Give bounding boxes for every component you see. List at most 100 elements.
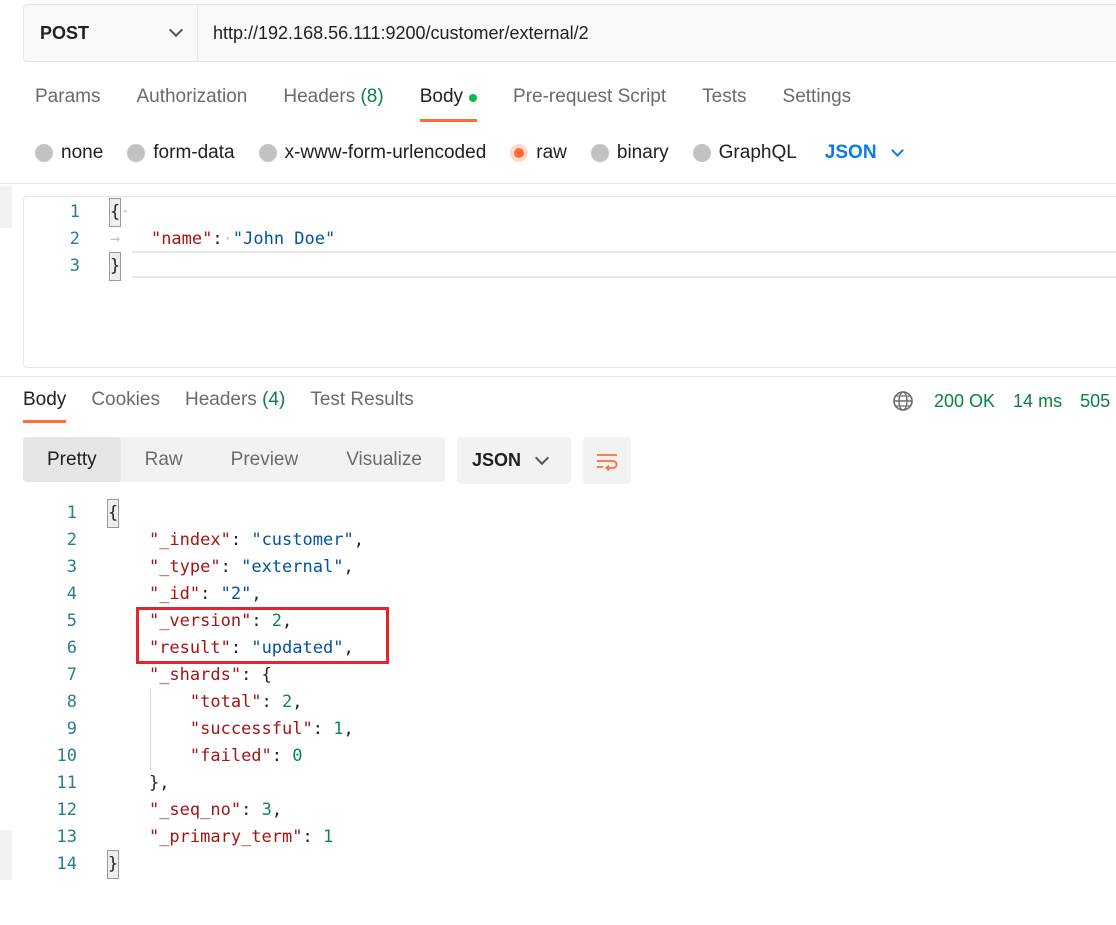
json-value: "2" <box>220 584 252 604</box>
chevron-down-icon <box>890 144 904 157</box>
code-line: { <box>106 499 120 528</box>
radio-label: none <box>61 142 104 163</box>
json-key: "_shards" <box>148 665 242 685</box>
chevron-down-icon <box>168 22 184 38</box>
code-line: } <box>108 252 122 281</box>
whitespace-dot: · <box>120 202 131 222</box>
radio-icon <box>258 144 277 162</box>
radio-icon <box>590 144 609 162</box>
view-visualize[interactable]: Visualize <box>322 437 446 482</box>
json-key: "_type" <box>148 557 221 577</box>
response-tab-body[interactable]: Body <box>23 389 67 423</box>
tab-pre-request-script[interactable]: Pre-request Script <box>513 86 666 124</box>
tab-params[interactable]: Params <box>35 86 100 124</box>
radio-x-www-form-urlencoded[interactable]: x-www-form-urlencoded <box>258 142 487 164</box>
json-key: "successful" <box>189 719 313 739</box>
format-label: JSON <box>472 450 522 470</box>
tab-settings[interactable]: Settings <box>783 86 852 124</box>
json-value: "John Doe" <box>232 229 336 249</box>
response-format-select[interactable]: JSON <box>457 437 571 484</box>
json-number: 3 <box>261 800 272 820</box>
annotation-highlight-box <box>136 607 389 664</box>
code-line: "failed": 0 <box>189 746 303 766</box>
tab-label: Settings <box>782 86 852 107</box>
view-raw[interactable]: Raw <box>121 437 207 482</box>
radio-binary[interactable]: binary <box>590 142 669 164</box>
line-number: 7 <box>66 665 77 685</box>
radio-label: x-www-form-urlencoded <box>284 142 487 163</box>
line-number: 11 <box>56 773 77 793</box>
radio-raw[interactable]: raw <box>510 142 567 164</box>
tab-tests[interactable]: Tests <box>702 86 746 124</box>
tab-label: Cookies <box>91 389 160 410</box>
radio-icon <box>35 144 53 162</box>
response-tabs: Body Cookies Headers (4) Test Results <box>23 389 439 425</box>
line-number: 3 <box>66 557 77 577</box>
line-number: 14 <box>56 854 77 874</box>
json-value: "external" <box>241 557 344 577</box>
json-key: "_id" <box>148 584 201 604</box>
status-code[interactable]: 200 OK <box>934 391 995 412</box>
body-type-selector: none form-data x-www-form-urlencoded raw… <box>35 141 904 165</box>
code-line: }, <box>148 773 170 793</box>
open-brace: { <box>108 198 122 227</box>
current-line-highlight <box>132 251 1116 278</box>
json-key: "failed" <box>189 746 272 766</box>
line-number: 8 <box>66 692 77 712</box>
url-bar: POST http://192.168.56.111:9200/customer… <box>23 4 1116 62</box>
tab-label: Headers <box>283 86 356 107</box>
body-set-indicator-icon <box>469 94 478 102</box>
code-line: "successful": 1, <box>189 719 354 739</box>
wrap-lines-button[interactable] <box>583 437 631 484</box>
tab-headers[interactable]: Headers (8) <box>283 86 383 124</box>
radio-label: form-data <box>153 142 235 163</box>
request-body-editor[interactable]: 1 2 3 {· → "name":·"John Doe" } <box>23 196 1116 368</box>
radio-label: GraphQL <box>718 142 797 163</box>
body-format-label: JSON <box>824 142 877 163</box>
code-line: "_id": "2", <box>148 584 262 604</box>
response-tab-test-results[interactable]: Test Results <box>310 389 413 423</box>
radio-checked-icon <box>510 144 529 162</box>
code-line: } <box>106 850 120 879</box>
response-time[interactable]: 14 ms <box>1013 391 1062 412</box>
json-key: "_index" <box>148 530 231 550</box>
tab-count: (4) <box>262 389 286 410</box>
radio-none[interactable]: none <box>35 142 103 164</box>
body-format-select[interactable]: JSON <box>824 142 904 164</box>
url-input[interactable]: http://192.168.56.111:9200/customer/exte… <box>198 23 589 44</box>
response-body-viewer[interactable]: 1 2 3 4 5 6 7 8 9 10 11 12 13 14 { "_ind… <box>0 499 1116 920</box>
method-select[interactable]: POST <box>24 5 198 61</box>
response-status-bar: 200 OK 14 ms 505 B <box>892 389 1116 413</box>
response-tab-cookies[interactable]: Cookies <box>91 389 160 423</box>
line-number: 5 <box>66 611 77 631</box>
radio-graphql[interactable]: GraphQL <box>692 142 797 164</box>
radio-icon <box>692 144 711 162</box>
response-tab-headers[interactable]: Headers (4) <box>185 389 285 423</box>
radio-icon <box>127 144 146 162</box>
view-pretty[interactable]: Pretty <box>23 437 121 482</box>
radio-label: raw <box>536 142 567 163</box>
tab-authorization[interactable]: Authorization <box>136 86 247 124</box>
tab-body[interactable]: Body <box>419 86 478 124</box>
json-key: "_primary_term" <box>148 827 303 847</box>
json-value: "customer" <box>251 530 354 550</box>
code-line: "_type": "external", <box>148 557 354 577</box>
tab-label: Params <box>35 86 101 107</box>
json-number: 2 <box>282 692 293 712</box>
radio-label: binary <box>616 142 669 163</box>
json-number: 0 <box>292 746 303 766</box>
json-key: "name" <box>150 229 213 249</box>
tab-arrow-icon: → <box>110 229 151 249</box>
divider <box>0 376 1116 377</box>
globe-icon[interactable] <box>892 390 914 412</box>
json-key: "total" <box>189 692 262 712</box>
code-line: → "name":·"John Doe" <box>110 229 336 249</box>
view-preview[interactable]: Preview <box>207 437 323 482</box>
code-line: "_seq_no": 3, <box>148 800 283 820</box>
line-number: 4 <box>66 584 77 604</box>
response-size[interactable]: 505 B <box>1080 391 1116 412</box>
json-number: 1 <box>322 827 334 847</box>
radio-form-data[interactable]: form-data <box>127 142 235 164</box>
tab-count: (8) <box>360 86 384 107</box>
wrap-lines-icon <box>597 453 618 471</box>
